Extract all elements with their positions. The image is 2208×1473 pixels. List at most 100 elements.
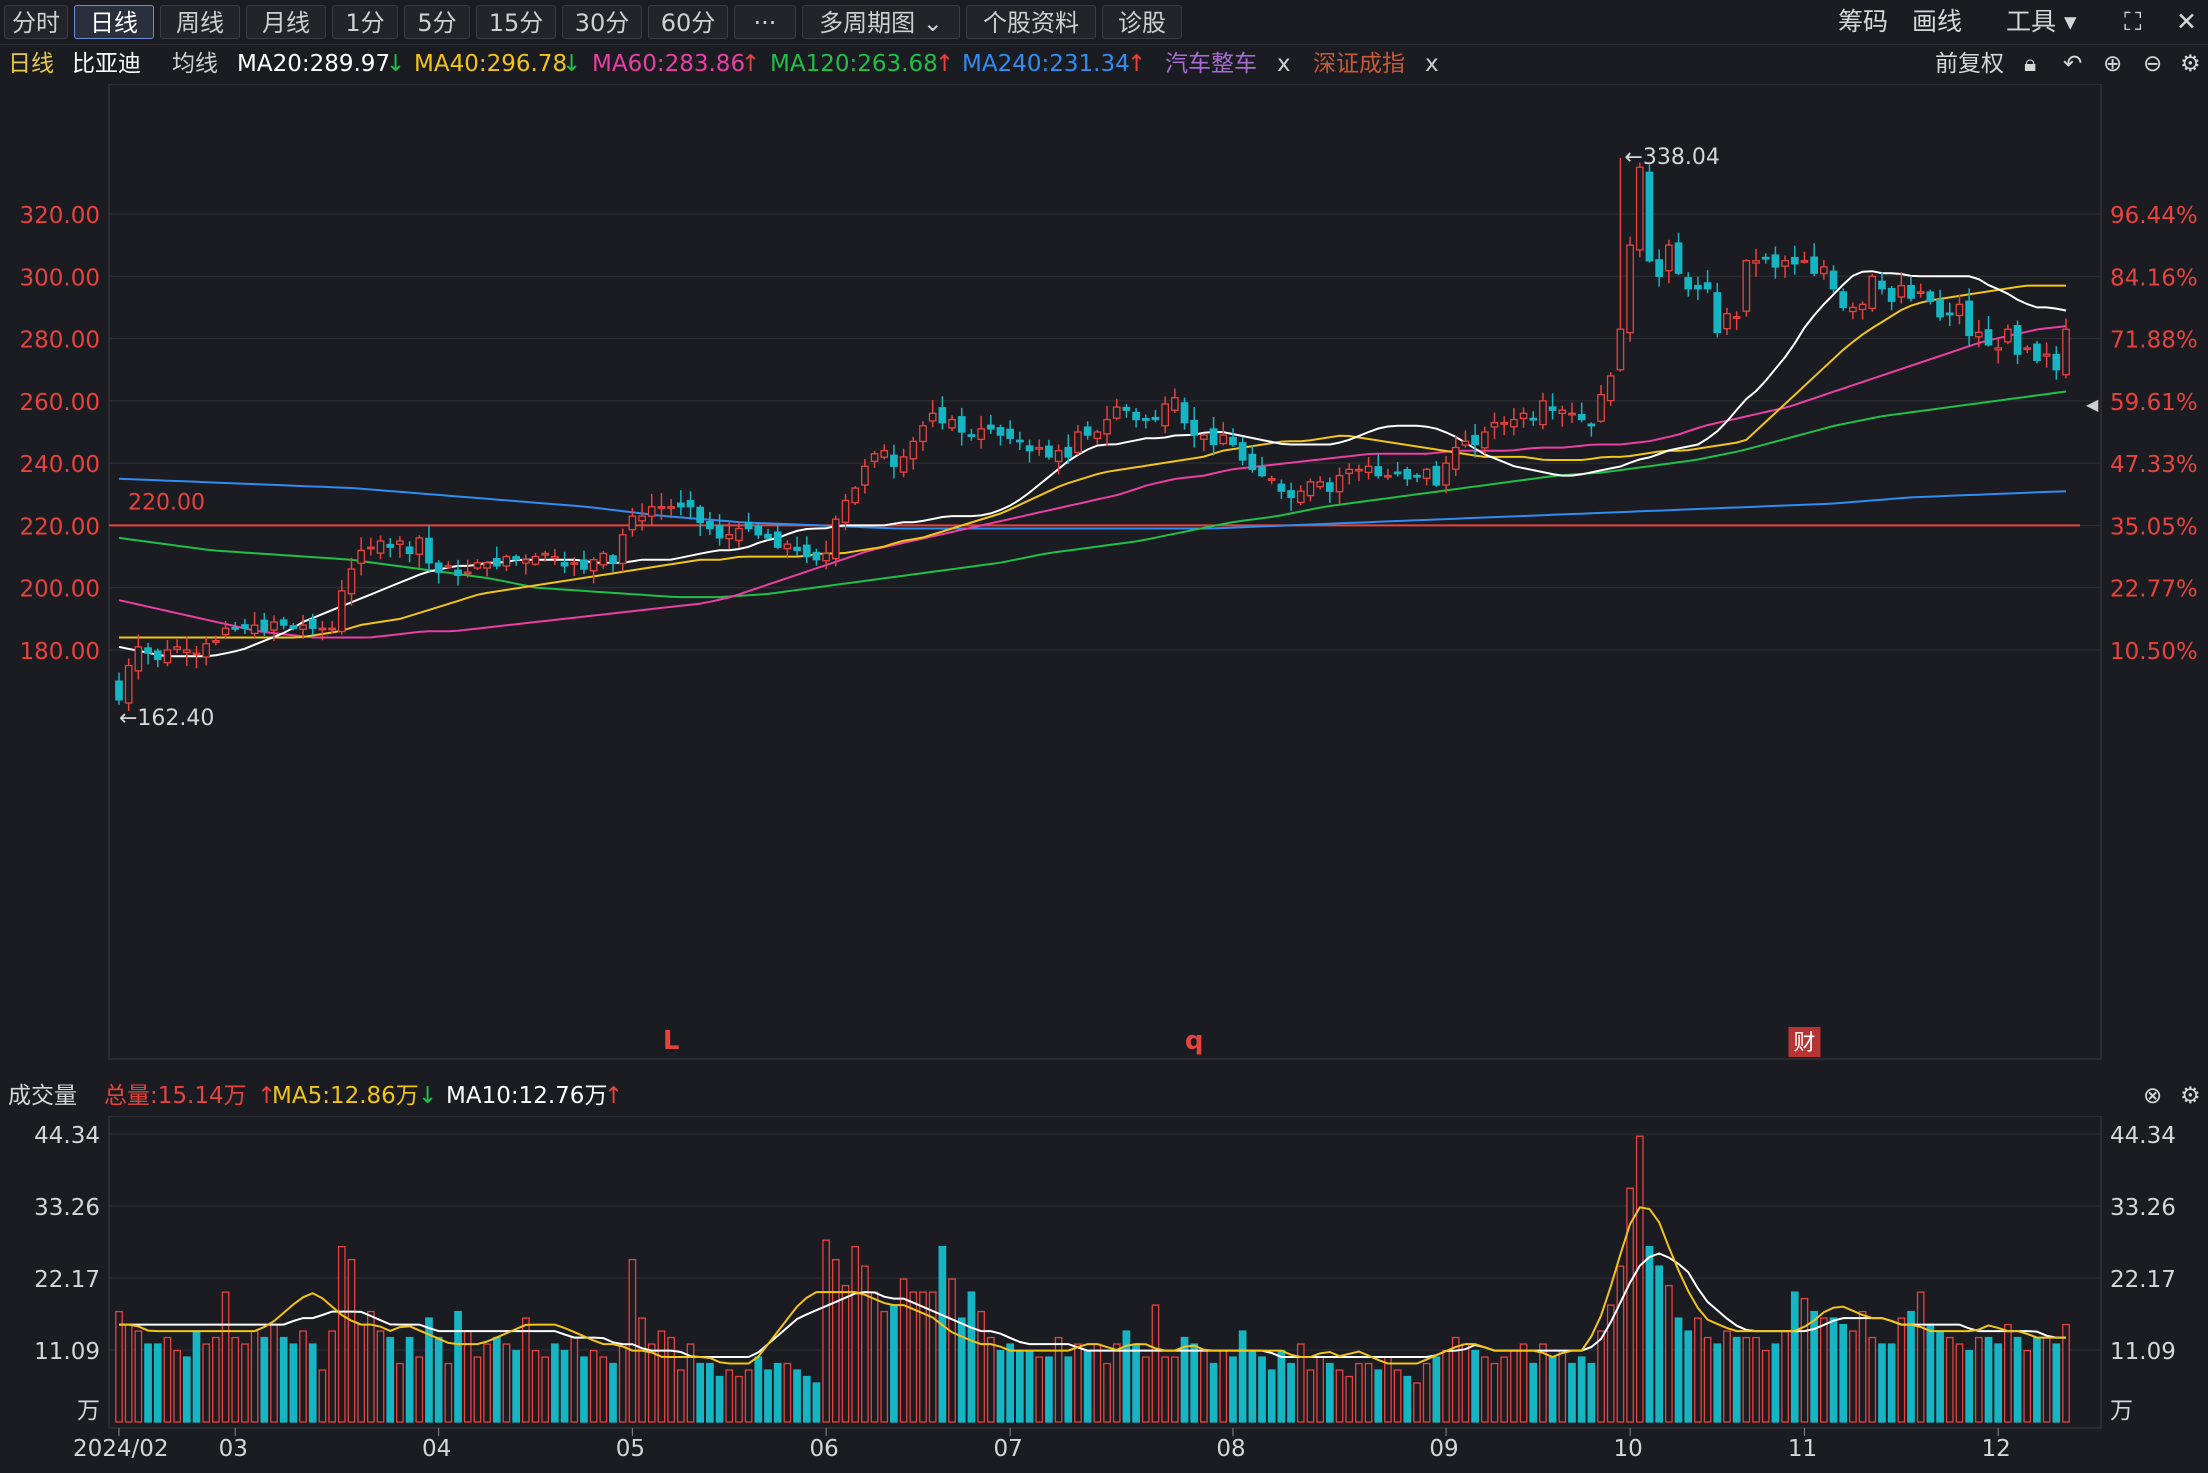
volume-chart[interactable]: 11.09 11.09 22.17 22.17 33.26 33.26 44.34 44.34…	[0, 1116, 2208, 1473]
sector-auto[interactable]: 汽车整车	[1165, 45, 1257, 83]
volume-bar-153	[1597, 1330, 1605, 1423]
candle-body-73	[822, 552, 830, 562]
candle-body-22	[328, 627, 336, 631]
volume-bar-82	[909, 1291, 918, 1423]
tab-1[interactable]: 日线	[74, 5, 154, 39]
volume-bar-199	[2042, 1336, 2051, 1423]
lock-icon[interactable]: 🔒︎	[2024, 45, 2036, 83]
tab-0[interactable]: 分时	[4, 5, 68, 39]
tab-5[interactable]: 5分	[404, 5, 470, 39]
ma-label[interactable]: 均线	[172, 45, 218, 83]
volume-bar-24	[347, 1258, 356, 1423]
candle-body-165	[1713, 292, 1722, 333]
xtick-label-0: 2024/02	[73, 1436, 169, 1462]
volume-gear-icon[interactable]: ⚙	[2180, 1076, 2201, 1116]
candle-body-6	[173, 646, 181, 650]
close-panel-icon[interactable]: ⊗	[2143, 1076, 2162, 1116]
candle-body-123	[1306, 481, 1315, 497]
volume-bar-47	[570, 1336, 579, 1423]
volume-bar-53	[628, 1258, 637, 1423]
sector-index-close[interactable]: x	[1425, 45, 1439, 83]
tab-8[interactable]: 60分	[648, 5, 728, 39]
volume-ma10-up-arrow-icon: ↑	[604, 1083, 624, 1109]
adjust-mode[interactable]: 前复权	[1935, 45, 2004, 83]
volume-info-bar: 成交量 总量:15.14万 ↑ MA5:12.86万 ↓ MA10:12.76万…	[0, 1076, 2208, 1116]
candle-body-112	[1200, 434, 1208, 440]
xtick-label-1: 03	[219, 1436, 248, 1462]
candle-body-132	[1393, 471, 1402, 475]
candle-body-114	[1219, 434, 1228, 445]
volume-bar-111	[1190, 1343, 1199, 1423]
candle-body-107	[1151, 416, 1160, 421]
volume-bar-159	[1655, 1265, 1664, 1423]
sector-index[interactable]: 深证成指	[1313, 45, 1405, 83]
candle-body-201	[2062, 328, 2070, 376]
volume-label: 成交量	[8, 1083, 77, 1109]
candle-body-120	[1277, 483, 1286, 492]
fullscreen-icon[interactable]: ⛶	[2124, 5, 2142, 39]
toolbar-right-1[interactable]: 画线	[1912, 5, 1962, 39]
tab-2[interactable]: 周线	[160, 5, 240, 39]
candle-body-195	[2004, 328, 2012, 343]
zoom-in-icon[interactable]: ⊕	[2103, 45, 2122, 83]
candle-body-58	[676, 502, 685, 508]
candle-body-1	[124, 664, 133, 704]
candle-body-154	[1606, 375, 1615, 402]
zoom-out-icon[interactable]: ⊖	[2143, 45, 2162, 83]
candle-body-194	[1994, 347, 2003, 351]
undo-icon[interactable]: ↶	[2063, 45, 2082, 83]
toolbar-right-2[interactable]: 工具 ▾	[2006, 5, 2077, 39]
tab-3[interactable]: 月线	[246, 5, 326, 39]
volume-bar-140	[1471, 1349, 1479, 1423]
volume-bar-45	[551, 1343, 559, 1423]
volume-bar-67	[764, 1369, 772, 1423]
stock-name[interactable]: 比亚迪	[72, 45, 141, 83]
volume-bar-123	[1306, 1369, 1315, 1423]
volume-bar-143	[1500, 1356, 1509, 1423]
candle-body-102	[1103, 418, 1111, 435]
volume-bar-137	[1442, 1349, 1450, 1423]
candle-body-200	[2052, 353, 2061, 371]
volume-bar-11	[221, 1291, 230, 1423]
volume-bar-70	[793, 1369, 801, 1423]
tab-7[interactable]: 30分	[562, 5, 642, 39]
candle-body-24	[347, 568, 356, 595]
ma240-up-arrow-icon: ↑	[1127, 51, 1147, 77]
volume-unit-left: 万	[77, 1398, 100, 1424]
xtick-label-10: 12	[1982, 1436, 2011, 1462]
tab-11[interactable]: 个股资料	[966, 5, 1096, 39]
candle-body-156	[1626, 244, 1634, 334]
candle-body-59	[686, 499, 695, 508]
volume-bar-185	[1907, 1310, 1915, 1423]
candle-body-93	[1016, 439, 1024, 443]
volume-y2tick-3: 44.34	[2110, 1123, 2176, 1149]
ytick-label-3: 240.00	[20, 452, 100, 478]
volume-bar-80	[890, 1304, 898, 1423]
candle-body-137	[1442, 462, 1450, 486]
volume-bar-62	[715, 1375, 724, 1423]
candlestick-chart[interactable]: 180.00 10.50% 200.00 22.77% 220.00 35.05% 240.…	[0, 84, 2208, 1076]
volume-bar-158	[1645, 1245, 1654, 1423]
gear-icon[interactable]: ⚙	[2180, 45, 2201, 83]
tab-10[interactable]: 多周期图 ⌄	[802, 5, 960, 39]
volume-bar-145	[1519, 1343, 1528, 1423]
volume-bar-182	[1878, 1343, 1886, 1423]
candle-body-3	[144, 647, 152, 654]
volume-bar-179	[1849, 1330, 1857, 1423]
sector-auto-close[interactable]: x	[1277, 45, 1291, 83]
tab-4[interactable]: 1分	[332, 5, 398, 39]
volume-bar-3	[144, 1343, 152, 1423]
volume-bar-37	[473, 1356, 482, 1423]
candle-body-71	[802, 544, 811, 558]
candle-body-148	[1548, 406, 1557, 411]
volume-bar-193	[1984, 1336, 1993, 1423]
volume-bar-150	[1568, 1362, 1576, 1423]
volume-bar-100	[1083, 1349, 1092, 1423]
tab-6[interactable]: 15分	[476, 5, 556, 39]
close-icon[interactable]: ✕	[2176, 5, 2197, 39]
tab-12[interactable]: 诊股	[1102, 5, 1182, 39]
tab-9[interactable]: ···	[734, 5, 796, 39]
toolbar-right-0[interactable]: 筹码	[1838, 5, 1888, 39]
volume-bar-27	[376, 1330, 385, 1423]
ma120-value: MA120:263.68	[770, 51, 938, 77]
